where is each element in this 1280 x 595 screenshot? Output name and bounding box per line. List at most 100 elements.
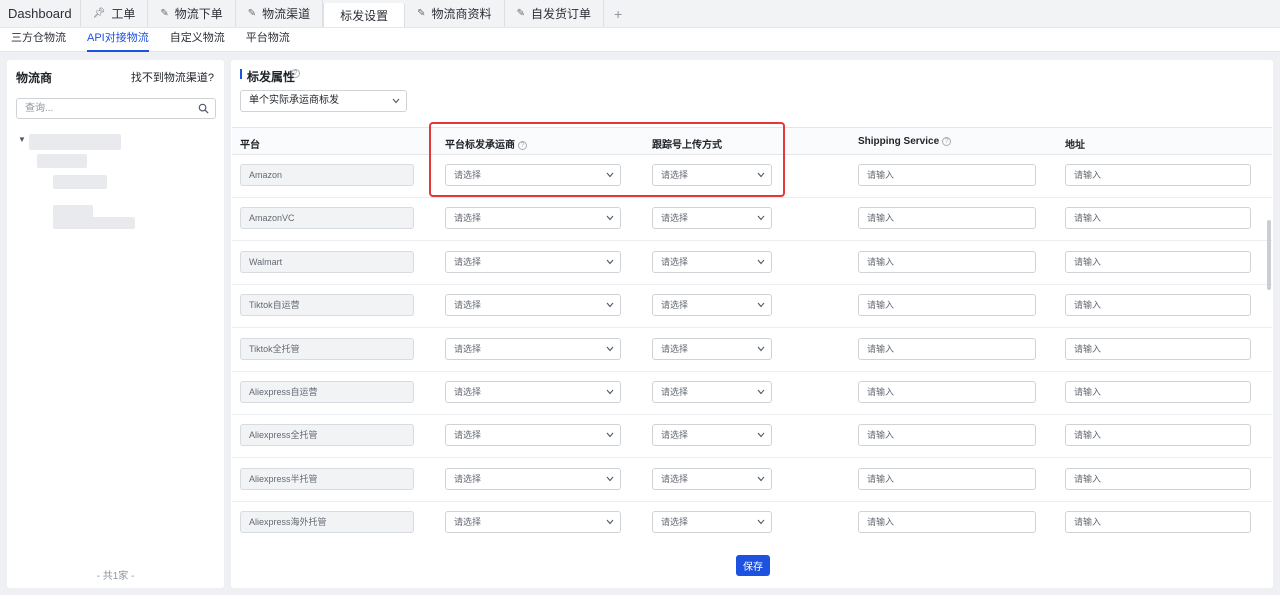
chevron-down-icon (757, 389, 765, 395)
tracking-upload-select[interactable]: 请选择 (652, 337, 772, 360)
table-row: Aliexpress自运营 请选择 请选择 (232, 372, 1272, 415)
carrier-select-placeholder: 请选择 (454, 430, 482, 441)
tab-carrier-info[interactable]: ✎ 物流商资料 (405, 0, 505, 27)
chevron-down-icon (606, 172, 614, 178)
shipping-service-input[interactable] (858, 467, 1036, 490)
search-icon[interactable] (198, 103, 209, 114)
tab-label: 标发设置 (340, 8, 389, 23)
carrier-select[interactable]: 请选择 (445, 467, 621, 490)
platform-field: Walmart (240, 250, 414, 273)
shipping-service-input[interactable] (858, 424, 1036, 447)
marking-table: 平台 平台标发承运商? 跟踪号上传方式 Shipping Service? 地址… (232, 127, 1272, 544)
help-icon[interactable]: ? (291, 69, 300, 78)
shipping-service-input[interactable] (858, 337, 1036, 360)
tracking-upload-select[interactable]: 请选择 (652, 207, 772, 230)
tab-logistics-order[interactable]: ✎ 物流下单 (148, 0, 236, 27)
chevron-down-icon (757, 172, 765, 178)
carrier-select-placeholder: 请选择 (454, 300, 482, 311)
chevron-down-icon (757, 259, 765, 265)
tab-label: 自发货订单 (530, 7, 591, 21)
help-icon[interactable]: ? (942, 136, 952, 146)
table-header: 平台 平台标发承运商? 跟踪号上传方式 Shipping Service? 地址 (232, 128, 1272, 155)
tab-logistics-channel[interactable]: ✎ 物流渠道 (236, 0, 324, 27)
carrier-total: - 共1家 - (96, 571, 135, 582)
tracking-select-placeholder: 请选择 (661, 170, 689, 180)
save-button[interactable]: 保存 (736, 555, 770, 576)
address-input[interactable] (1065, 250, 1251, 273)
header-service: Shipping Service? (858, 136, 952, 147)
shipping-service-input[interactable] (858, 294, 1036, 317)
subtab-third-party-warehouse[interactable]: 三方仓物流 (11, 28, 66, 52)
shipping-service-input[interactable] (858, 511, 1036, 534)
address-input[interactable] (1065, 467, 1251, 490)
chevron-down-icon (757, 216, 765, 221)
table-row: Tiktok全托管 请选择 请选择 (232, 329, 1272, 372)
caret-down-icon[interactable]: ▼ (18, 135, 26, 144)
shipping-service-input[interactable] (858, 207, 1036, 230)
platform-field: Aliexpress海外托管 (240, 511, 414, 534)
platform-field: Aliexpress半托管 (240, 467, 414, 490)
shipping-service-input[interactable] (858, 381, 1036, 403)
chevron-down-icon (757, 302, 765, 308)
tracking-upload-select[interactable]: 请选择 (652, 511, 772, 534)
subtab-api-logistics[interactable]: API对接物流 (87, 28, 149, 52)
carrier-select[interactable]: 请选择 (445, 294, 621, 317)
tracking-select-placeholder: 请选择 (661, 473, 689, 484)
carrier-select[interactable]: 请选择 (445, 164, 621, 186)
carrier-select[interactable]: 请选择 (445, 337, 621, 360)
carrier-select-placeholder: 请选择 (454, 473, 482, 484)
chevron-down-icon (606, 476, 614, 482)
tab-self-ship-orders[interactable]: ✎ 自发货订单 (505, 0, 604, 27)
address-input[interactable] (1065, 511, 1251, 534)
tracking-upload-select[interactable]: 请选择 (652, 424, 772, 447)
chevron-down-icon (757, 346, 765, 351)
blurred-carrier-name (29, 134, 121, 150)
tracking-upload-select[interactable]: 请选择 (652, 381, 772, 403)
address-input[interactable] (1065, 294, 1251, 317)
address-input[interactable] (1065, 424, 1251, 447)
chevron-down-icon (606, 302, 614, 308)
tracking-upload-select[interactable]: 请选择 (652, 250, 772, 273)
subtab-custom-logistics[interactable]: 自定义物流 (170, 28, 225, 52)
missing-channel-link[interactable]: 找不到物流渠道? (131, 69, 214, 85)
blurred-carrier-name (37, 154, 87, 168)
add-tab-icon[interactable]: + (604, 0, 632, 27)
address-input[interactable] (1065, 164, 1251, 186)
tracking-upload-select[interactable]: 请选择 (652, 467, 772, 490)
address-input[interactable] (1065, 381, 1251, 403)
carrier-select[interactable]: 请选择 (445, 250, 621, 273)
marking-mode-value: 单个实际承运商标发 (249, 95, 339, 106)
shipping-service-input[interactable] (858, 250, 1036, 273)
address-input[interactable] (1065, 207, 1251, 230)
table-row: Aliexpress全托管 请选择 请选择 (232, 415, 1272, 459)
tracking-select-placeholder: 请选择 (661, 300, 689, 311)
subtab-platform-logistics[interactable]: 平台物流 (246, 28, 290, 52)
carrier-select[interactable]: 请选择 (445, 207, 621, 230)
carrier-panel: 物流商 找不到物流渠道? ▼ - 共1家 - (7, 60, 224, 588)
carrier-select[interactable]: 请选择 (445, 381, 621, 403)
carrier-select[interactable]: 请选择 (445, 511, 621, 534)
platform-field: Tiktok自运营 (240, 294, 414, 317)
blurred-carrier-name (53, 217, 135, 229)
shipping-service-input[interactable] (858, 164, 1036, 186)
platform-field: Tiktok全托管 (240, 337, 414, 360)
table-row: Aliexpress半托管 请选择 请选择 (232, 459, 1272, 502)
tracking-upload-select[interactable]: 请选择 (652, 164, 772, 186)
chevron-down-icon (392, 98, 400, 104)
chevron-down-icon (757, 476, 765, 482)
pin-icon: ✎ (417, 8, 426, 19)
carrier-search-input[interactable] (16, 98, 216, 119)
marking-mode-select[interactable]: 单个实际承运商标发 (240, 90, 407, 112)
tab-marking-settings[interactable]: 标发设置 (323, 3, 406, 27)
chevron-down-icon (606, 519, 614, 525)
tracking-upload-select[interactable]: 请选择 (652, 294, 772, 317)
help-icon[interactable]: ? (518, 140, 527, 150)
tab-dashboard[interactable]: Dashboard (0, 0, 81, 27)
tracking-select-placeholder: 请选择 (661, 517, 689, 528)
tab-work-order[interactable]: 📌︎ 工单 (81, 0, 149, 27)
pin-icon: ✎ (247, 8, 257, 19)
carrier-select[interactable]: 请选择 (445, 424, 621, 447)
address-input[interactable] (1065, 337, 1251, 360)
table-scrollbar[interactable] (1267, 220, 1271, 290)
header-carrier-label: 平台标发承运商 (445, 140, 515, 151)
